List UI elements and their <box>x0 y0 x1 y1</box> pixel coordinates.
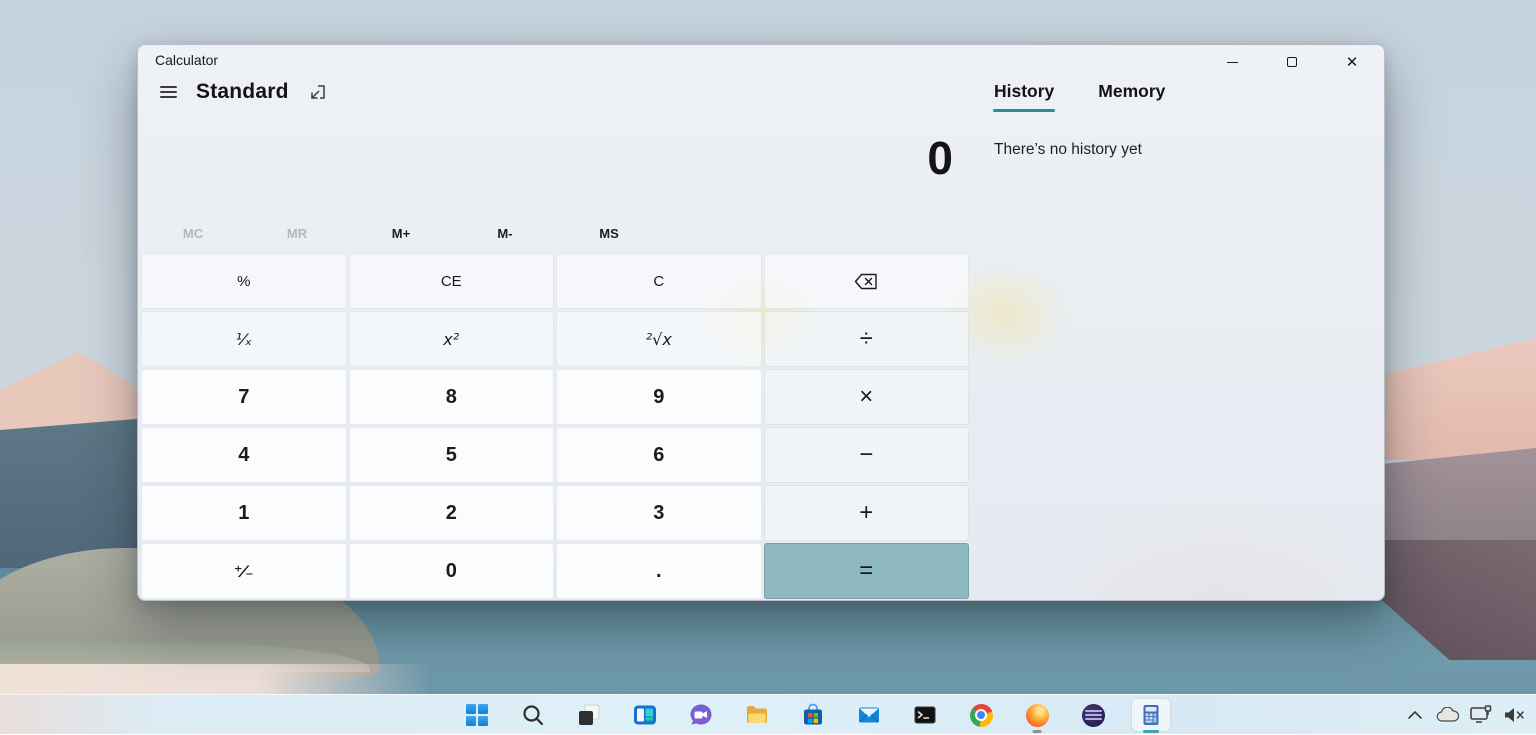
digit-0-button[interactable]: 0 <box>349 543 555 599</box>
network-display-icon <box>1469 705 1493 725</box>
widgets-button[interactable] <box>617 695 673 735</box>
add-button[interactable]: + <box>764 485 970 541</box>
window-controls: ✕ <box>1210 47 1374 77</box>
active-app-highlight <box>1131 698 1171 732</box>
close-button[interactable]: ✕ <box>1330 47 1374 77</box>
digit-2-button[interactable]: 2 <box>349 485 555 541</box>
square-root-button[interactable]: ²√x <box>556 311 762 367</box>
memory-subtract-button[interactable]: M- <box>453 217 557 249</box>
memory-row: MC MR M+ M- MS <box>141 217 661 249</box>
digit-9-button[interactable]: 9 <box>556 369 762 425</box>
chat-icon <box>689 703 713 727</box>
reciprocal-button[interactable]: ¹⁄ₓ <box>141 311 347 367</box>
show-hidden-icons-button[interactable] <box>1402 701 1428 729</box>
minimize-icon <box>1227 62 1238 63</box>
mode-title: Standard <box>196 80 289 104</box>
menu-button[interactable] <box>152 77 184 107</box>
history-empty-message: There’s no history yet <box>994 141 1142 159</box>
task-view-icon <box>577 703 601 727</box>
divide-button[interactable]: ÷ <box>764 311 970 367</box>
running-indicator <box>1033 730 1042 733</box>
onedrive-button[interactable] <box>1435 701 1461 729</box>
maximize-button[interactable] <box>1270 47 1314 77</box>
keep-on-top-button[interactable] <box>309 83 328 102</box>
file-explorer-icon <box>745 703 769 727</box>
system-tray <box>1402 695 1527 735</box>
equals-button[interactable]: = <box>764 543 970 599</box>
chrome-button[interactable] <box>953 695 1009 735</box>
onedrive-cloud-icon <box>1436 707 1460 723</box>
digit-5-button[interactable]: 5 <box>349 427 555 483</box>
file-explorer-button[interactable] <box>729 695 785 735</box>
memory-clear-button[interactable]: MC <box>141 217 245 249</box>
calculator-taskbar-button[interactable] <box>1121 695 1181 735</box>
terminal-icon <box>913 703 937 727</box>
volume-muted-icon <box>1502 706 1526 724</box>
subtract-button[interactable]: − <box>764 427 970 483</box>
memory-recall-button[interactable]: MR <box>245 217 349 249</box>
task-view-button[interactable] <box>561 695 617 735</box>
memory-add-button[interactable]: M+ <box>349 217 453 249</box>
memory-store-button[interactable]: MS <box>557 217 661 249</box>
calc-display: 0 <box>138 131 969 185</box>
maximize-icon <box>1287 57 1297 67</box>
keep-on-top-icon <box>309 83 328 102</box>
mail-icon <box>857 703 881 727</box>
backspace-icon <box>854 273 878 290</box>
running-indicator <box>1143 730 1159 733</box>
digit-3-button[interactable]: 3 <box>556 485 762 541</box>
chat-button[interactable] <box>673 695 729 735</box>
negate-button[interactable]: ⁺⁄₋ <box>141 543 347 599</box>
tab-history[interactable]: History <box>993 81 1055 112</box>
minimize-button[interactable] <box>1210 47 1254 77</box>
start-button[interactable] <box>449 695 505 735</box>
digit-8-button[interactable]: 8 <box>349 369 555 425</box>
digit-6-button[interactable]: 6 <box>556 427 762 483</box>
store-icon <box>801 703 825 727</box>
digit-7-button[interactable]: 7 <box>141 369 347 425</box>
side-panel-tabs: History Memory <box>993 81 1166 112</box>
widgets-icon <box>633 703 657 727</box>
firefox-button[interactable] <box>1009 695 1065 735</box>
firefox-icon <box>1026 704 1049 727</box>
eclipse-icon <box>1082 704 1105 727</box>
keypad: % CE C ¹⁄ₓ x² ²√x ÷ 7 8 9 × 4 5 6 − 1 2 … <box>141 253 969 599</box>
search-icon <box>521 703 545 727</box>
chrome-icon <box>970 704 993 727</box>
square-button[interactable]: x² <box>349 311 555 367</box>
clear-entry-button[interactable]: CE <box>349 253 555 309</box>
eclipse-button[interactable] <box>1065 695 1121 735</box>
close-icon: ✕ <box>1346 55 1359 70</box>
calculator-icon <box>1139 703 1163 727</box>
multiply-button[interactable]: × <box>764 369 970 425</box>
mail-button[interactable] <box>841 695 897 735</box>
calculator-window: Calculator ✕ Standard 0 MC MR M+ M- MS %… <box>137 44 1385 601</box>
start-icon <box>465 703 489 727</box>
digit-4-button[interactable]: 4 <box>141 427 347 483</box>
tab-memory[interactable]: Memory <box>1097 81 1166 112</box>
volume-button[interactable] <box>1501 701 1527 729</box>
wallpaper-sand <box>0 664 430 694</box>
search-button[interactable] <box>505 695 561 735</box>
chevron-up-icon <box>1407 710 1423 720</box>
wallpaper-dune-slate <box>0 418 148 568</box>
clear-button[interactable]: C <box>556 253 762 309</box>
taskbar-icons <box>449 695 1181 735</box>
window-title: Calculator <box>155 52 218 68</box>
percent-button[interactable]: % <box>141 253 347 309</box>
hamburger-menu-icon <box>160 86 177 98</box>
terminal-button[interactable] <box>897 695 953 735</box>
wallpaper-ridge <box>0 352 152 430</box>
backspace-button[interactable] <box>764 253 970 309</box>
calculator-header: Standard <box>152 77 328 107</box>
network-button[interactable] <box>1468 701 1494 729</box>
decimal-button[interactable]: . <box>556 543 762 599</box>
store-button[interactable] <box>785 695 841 735</box>
digit-1-button[interactable]: 1 <box>141 485 347 541</box>
taskbar <box>0 694 1536 734</box>
